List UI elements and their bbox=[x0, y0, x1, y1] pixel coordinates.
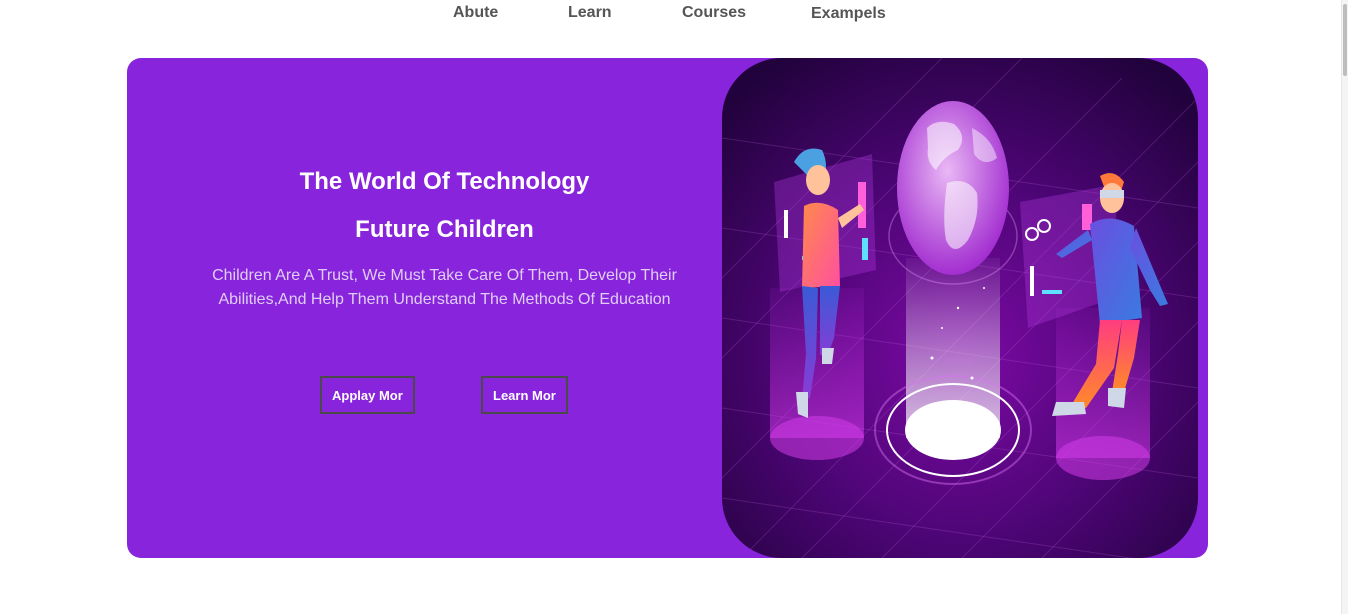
scrollbar-thumb[interactable] bbox=[1343, 4, 1347, 76]
apply-more-button[interactable]: Applay Mor bbox=[320, 376, 415, 414]
children-technology-illustration bbox=[722, 58, 1198, 558]
nav-item-courses[interactable]: Courses bbox=[682, 4, 746, 22]
hero-section: The World Of Technology Future Children … bbox=[127, 58, 1208, 558]
page: Abute Learn Courses Exampels The World O… bbox=[0, 0, 1348, 614]
page-scrollbar[interactable] bbox=[1341, 0, 1348, 614]
hero-text: The World Of Technology Future Children … bbox=[187, 168, 702, 312]
nav-item-abute[interactable]: Abute bbox=[453, 4, 498, 22]
hero-description: Children Are A Trust, We Must Take Care … bbox=[212, 267, 677, 308]
hero-title: The World Of Technology bbox=[299, 168, 590, 195]
hero-subtitle: Future Children bbox=[355, 216, 534, 243]
nav-item-exampels[interactable]: Exampels bbox=[811, 5, 886, 23]
learn-more-button[interactable]: Learn Mor bbox=[481, 376, 568, 414]
nav-item-learn[interactable]: Learn bbox=[568, 4, 612, 22]
